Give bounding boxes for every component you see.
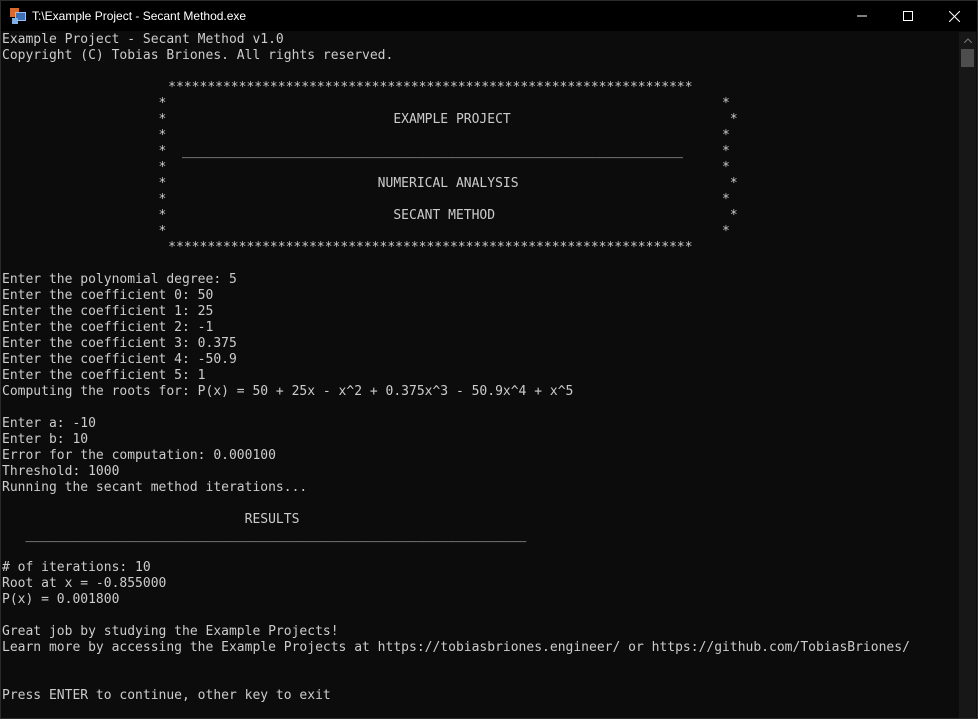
banner-line: * *: [2, 192, 730, 207]
console-line-copyright: Copyright (C) Tobias Briones. All rights…: [2, 48, 394, 63]
banner-subtitle-numerical: * NUMERICAL ANALYSIS *: [2, 176, 738, 191]
maximize-icon: [903, 11, 913, 21]
prompt-coefficient-2: Enter the coefficient 2: -1: [2, 320, 214, 335]
vertical-scrollbar[interactable]: [959, 32, 976, 718]
banner-subtitle-secant: * SECANT METHOD *: [2, 208, 738, 223]
prompt-coefficient-5: Enter the coefficient 5: 1: [2, 368, 206, 383]
title-bar[interactable]: T:\Example Project - Secant Method.exe: [1, 1, 977, 31]
minimize-icon: [857, 15, 867, 17]
banner-rule: * ______________________________________…: [2, 144, 730, 159]
prompt-coefficient-1: Enter the coefficient 1: 25: [2, 304, 214, 319]
result-root: Root at x = -0.855000: [2, 576, 167, 591]
window-controls: [839, 1, 977, 31]
banner-line: * *: [2, 128, 730, 143]
banner-top: ****************************************…: [2, 80, 693, 95]
close-icon: [948, 10, 960, 22]
banner-bottom: ****************************************…: [2, 240, 693, 255]
banner-title: * EXAMPLE PROJECT *: [2, 112, 738, 127]
prompt-b: Enter b: 10: [2, 432, 89, 447]
results-rule: ________________________________________…: [2, 528, 527, 543]
window-title: T:\Example Project - Secant Method.exe: [32, 9, 247, 23]
prompt-degree: Enter the polynomial degree: 5: [2, 272, 237, 287]
console-window: T:\Example Project - Secant Method.exe E…: [0, 0, 978, 719]
prompt-a: Enter a: -10: [2, 416, 96, 431]
message-learn-more: Learn more by accessing the Example Proj…: [2, 640, 910, 655]
prompt-coefficient-4: Enter the coefficient 4: -50.9: [2, 352, 237, 367]
prompt-coefficient-0: Enter the coefficient 0: 50: [2, 288, 214, 303]
banner-line: * *: [2, 160, 730, 175]
results-title: RESULTS: [2, 512, 300, 527]
console-app-icon[interactable]: [10, 8, 26, 24]
result-iterations: # of iterations: 10: [2, 560, 151, 575]
console-output[interactable]: Example Project - Secant Method v1.0 Cop…: [2, 32, 960, 718]
scroll-up-button[interactable]: [959, 32, 976, 49]
result-px: P(x) = 0.001800: [2, 592, 120, 607]
prompt-continue: Press ENTER to continue, other key to ex…: [2, 688, 331, 703]
maximize-button[interactable]: [885, 1, 931, 31]
scroll-thumb[interactable]: [961, 49, 974, 67]
computing-polynomial: Computing the roots for: P(x) = 50 + 25x…: [2, 384, 574, 399]
message-great-job: Great job by studying the Example Projec…: [2, 624, 339, 639]
banner-line: * *: [2, 96, 730, 111]
prompt-coefficient-3: Enter the coefficient 3: 0.375: [2, 336, 237, 351]
minimize-button[interactable]: [839, 1, 885, 31]
running-status: Running the secant method iterations...: [2, 480, 308, 495]
threshold-value: Threshold: 1000: [2, 464, 120, 479]
banner-line: * *: [2, 224, 730, 239]
error-value: Error for the computation: 0.000100: [2, 448, 276, 463]
chevron-up-icon: [963, 38, 972, 43]
close-button[interactable]: [931, 1, 977, 31]
console-line-title: Example Project - Secant Method v1.0: [2, 32, 284, 47]
